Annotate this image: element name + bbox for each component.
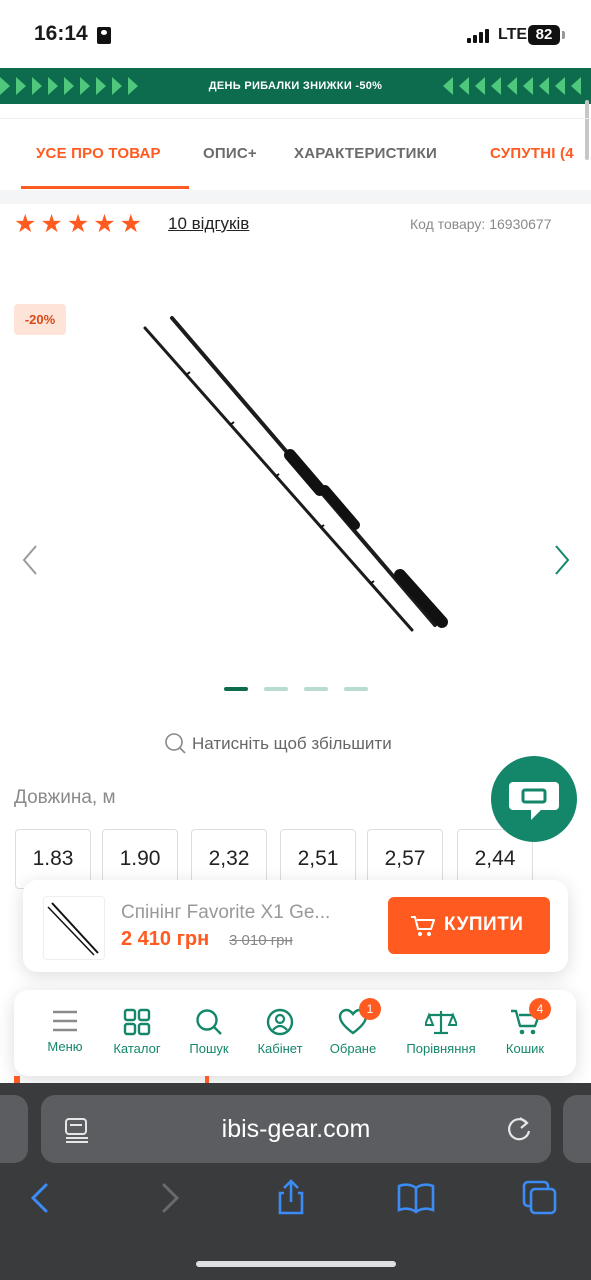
chat-icon: [509, 782, 559, 820]
product-code: Код товару: 16930677: [410, 216, 552, 232]
back-icon[interactable]: [20, 1178, 60, 1218]
product-thumbnail[interactable]: [43, 896, 105, 960]
chevron-left-icon[interactable]: [18, 540, 42, 580]
scales-icon: [425, 1011, 457, 1035]
user-icon: [266, 1008, 294, 1036]
tab-all-about-product[interactable]: УСЕ ПРО ТОВАР: [36, 145, 161, 162]
reader-mode-icon[interactable]: [63, 1116, 91, 1144]
gallery-dot-3[interactable]: [304, 687, 328, 691]
nav-account[interactable]: Кабінет: [243, 1004, 317, 1066]
tab-description[interactable]: ОПИС+: [203, 145, 257, 162]
promo-banner[interactable]: ДЕНЬ РИБАЛКИ ЗНИЖКИ -50%: [0, 68, 591, 104]
nav-menu-label: Меню: [47, 1039, 83, 1054]
grid-icon: [123, 1008, 151, 1036]
share-icon[interactable]: [271, 1178, 311, 1218]
product-price: 2 410 грн: [121, 928, 210, 950]
signal-strength-icon: [467, 29, 493, 43]
battery-tip: [562, 31, 565, 39]
hamburger-menu-icon: [53, 1010, 77, 1032]
reviews-link[interactable]: 10 відгуків: [168, 214, 249, 234]
address-bar[interactable]: ibis-gear.com: [41, 1095, 551, 1163]
product-old-price: 3 010 грн: [229, 932, 293, 949]
status-time: 16:14: [34, 22, 88, 45]
search-icon: [196, 1009, 222, 1035]
id-card-icon: [97, 27, 111, 44]
chevron-pattern-right: [443, 77, 591, 95]
nav-favorites-label: Обране: [329, 1041, 377, 1056]
zoom-hint-text: Натисніть щоб збільшити: [192, 734, 392, 753]
battery-icon: 82: [528, 25, 560, 45]
cart-badge: 4: [529, 998, 551, 1020]
length-label: Довжина, м: [14, 787, 116, 808]
home-indicator: [196, 1261, 396, 1267]
gallery-dot-2[interactable]: [264, 687, 288, 691]
nav-favorites[interactable]: 1 Обране: [316, 998, 390, 1066]
product-tabs: УСЕ ПРО ТОВАР ОПИС+ ХАРАКТЕРИСТИКИ СУПУТ…: [0, 118, 591, 191]
buy-button[interactable]: КУПИТИ: [388, 897, 550, 954]
nav-catalog[interactable]: Каталог: [100, 1004, 174, 1066]
gallery-dot-4[interactable]: [344, 687, 368, 691]
reload-icon[interactable]: [505, 1115, 533, 1143]
nav-compare-label: Порівняння: [406, 1041, 476, 1056]
nav-cart-label: Кошик: [505, 1041, 545, 1056]
cart-icon: [411, 916, 435, 936]
browser-toolbar: ibis-gear.com: [0, 1083, 591, 1280]
active-tab-indicator: [21, 186, 189, 189]
chat-button[interactable]: [491, 756, 577, 842]
nav-cart[interactable]: 4 Кошик: [488, 998, 562, 1066]
rating-stars: ★★★★★: [14, 210, 147, 238]
next-tab-peek[interactable]: [563, 1095, 591, 1163]
bottom-navigation: Меню Каталог Пошук Кабінет 1 Обране Порі…: [14, 990, 576, 1076]
discount-badge: -20%: [14, 304, 66, 335]
tab-related[interactable]: СУПУТНІ (4: [490, 145, 574, 162]
sticky-product-bar: Спінінг Favorite X1 Ge... 2 410 грн 3 01…: [23, 880, 568, 972]
bookmarks-icon[interactable]: [396, 1178, 436, 1218]
nav-menu[interactable]: Меню: [28, 1004, 102, 1066]
nav-search[interactable]: Пошук: [172, 1004, 246, 1066]
nav-search-label: Пошук: [189, 1041, 229, 1056]
magnifier-icon: [165, 733, 186, 754]
nav-compare[interactable]: Порівняння: [396, 1004, 486, 1066]
tab-specifications[interactable]: ХАРАКТЕРИСТИКИ: [294, 145, 437, 162]
nav-account-label: Кабінет: [257, 1041, 303, 1056]
previous-tab-peek[interactable]: [0, 1095, 28, 1163]
chevron-right-icon[interactable]: [550, 540, 574, 580]
buy-button-label: КУПИТИ: [444, 914, 524, 935]
gallery-dot-1[interactable]: [224, 687, 248, 691]
network-type: LTE: [498, 26, 528, 43]
nav-catalog-label: Каталог: [113, 1041, 161, 1056]
section-divider: [0, 190, 591, 204]
favorites-badge: 1: [359, 998, 381, 1020]
forward-icon[interactable]: [150, 1178, 190, 1218]
product-name[interactable]: Спінінг Favorite X1 Ge...: [121, 902, 371, 924]
url-text: ibis-gear.com: [221, 1115, 371, 1143]
tabs-icon[interactable]: [520, 1178, 560, 1218]
product-image[interactable]: [130, 300, 460, 640]
